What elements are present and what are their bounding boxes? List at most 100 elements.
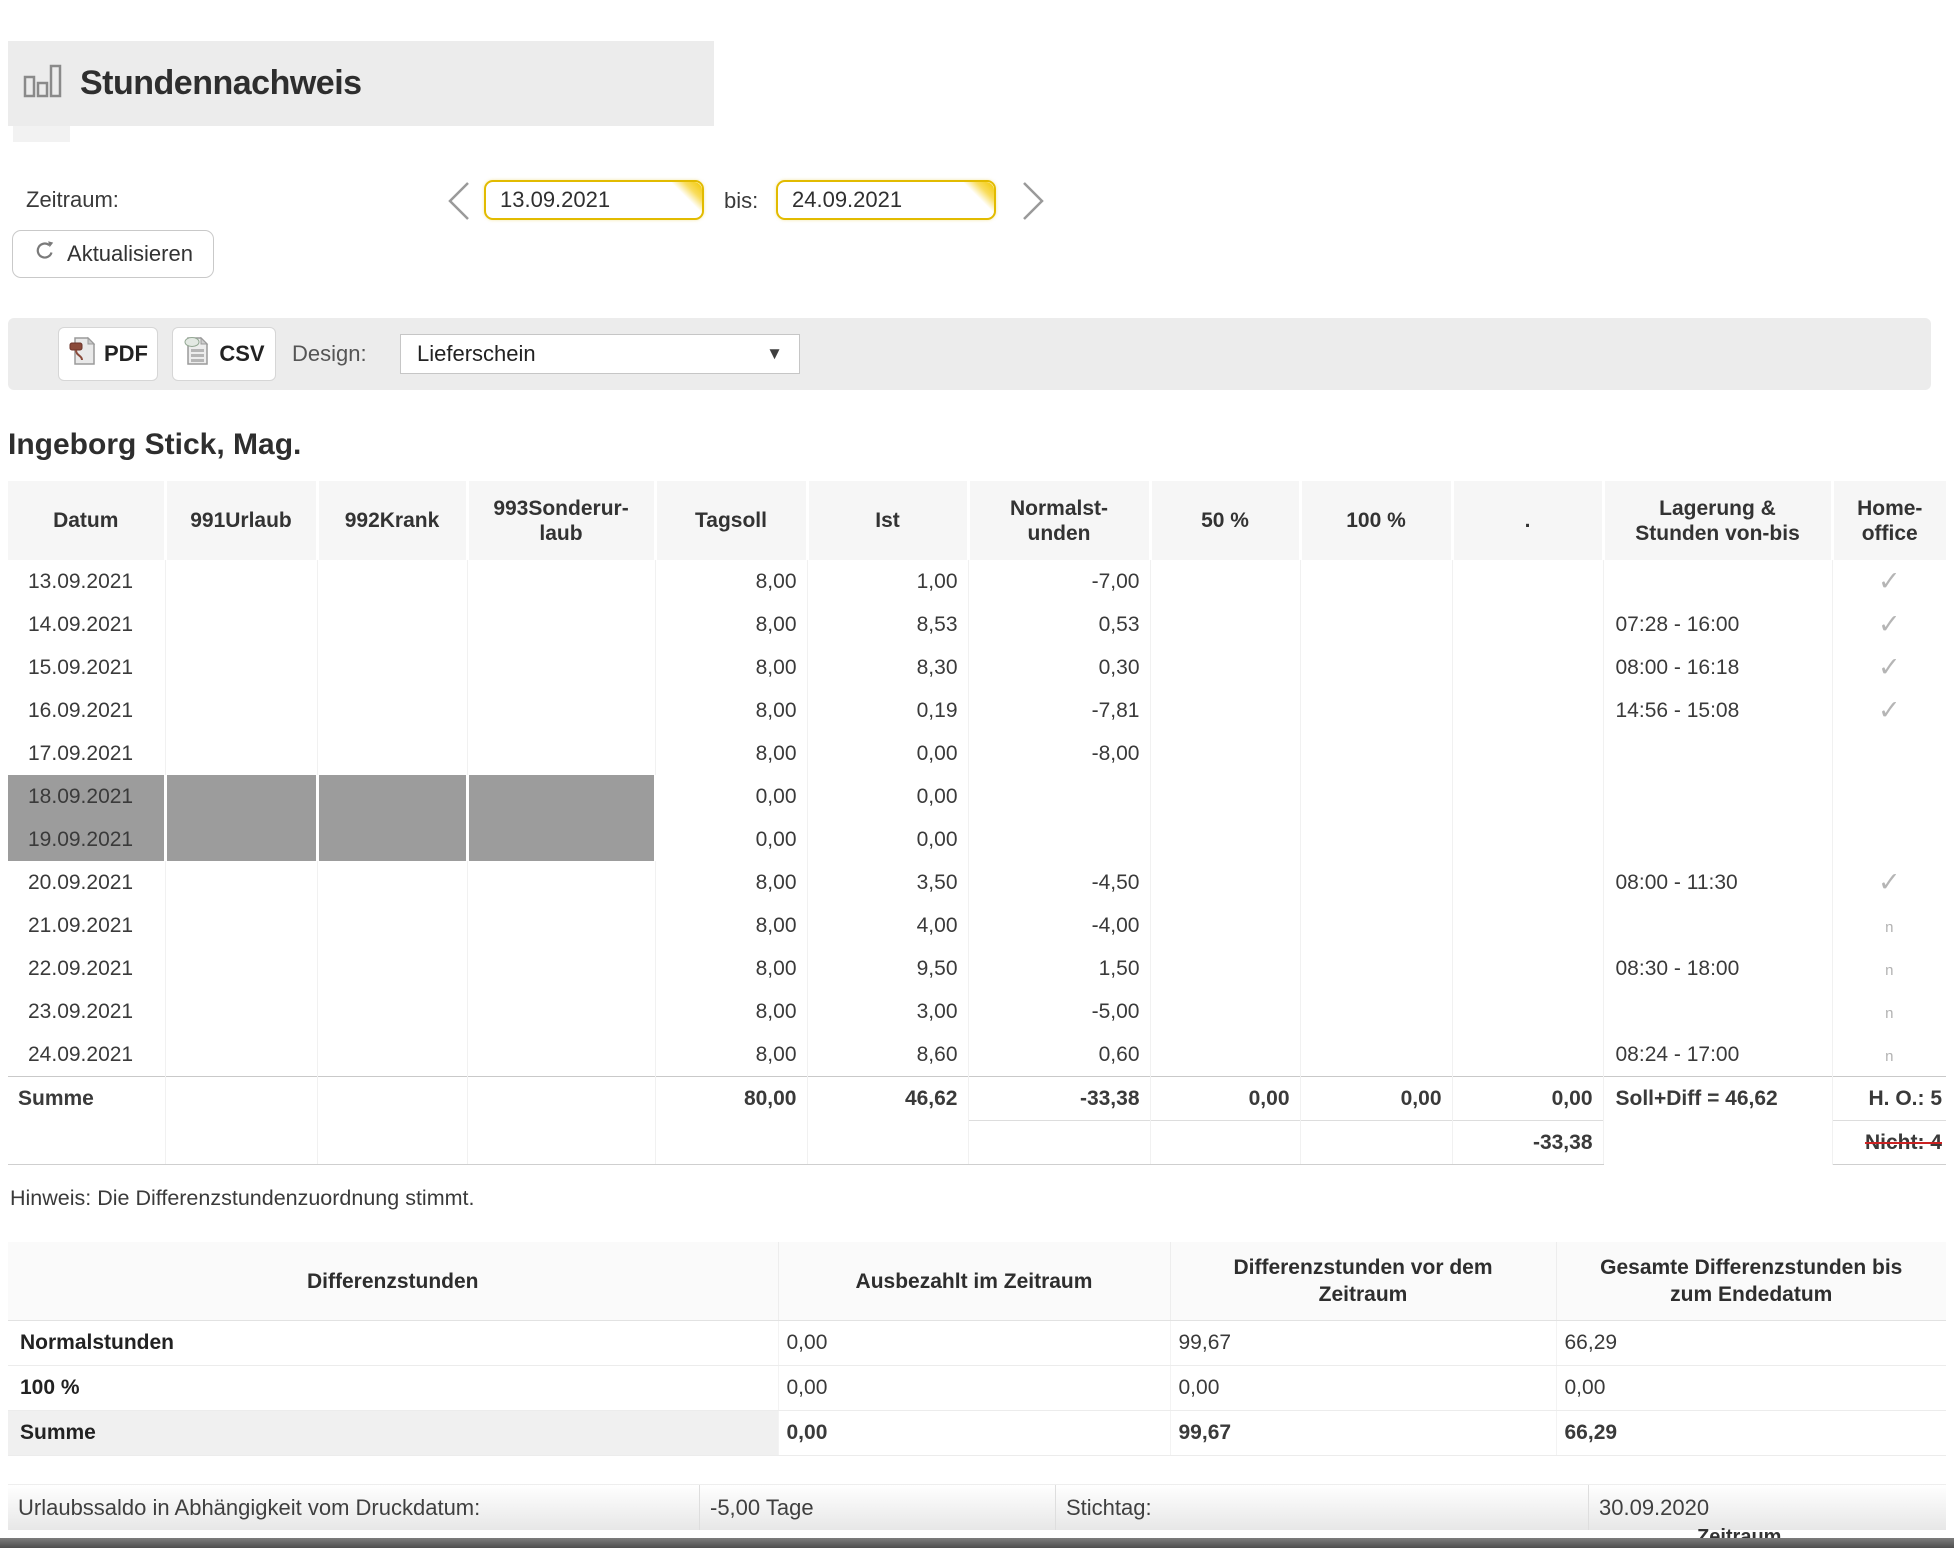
urlaub-cell bbox=[165, 990, 317, 1033]
column-header-993sonderurlaub: 993Sonderur- laub bbox=[467, 481, 655, 560]
sonderurlaub-cell bbox=[467, 947, 655, 990]
lagerung-cell bbox=[1603, 818, 1832, 861]
p50-cell bbox=[1150, 904, 1300, 947]
tagsoll-cell: 8,00 bbox=[655, 603, 807, 646]
normalstunden-cell: 1,50 bbox=[968, 947, 1150, 990]
diff-value: 0,00 bbox=[778, 1366, 1170, 1411]
summe-normalstunden: -33,38 bbox=[968, 1077, 1150, 1121]
sonderurlaub-cell bbox=[467, 904, 655, 947]
urlaubssaldo-value: -5,00 Tage bbox=[700, 1485, 1056, 1530]
homeoffice-n-marker: n bbox=[1832, 904, 1946, 947]
urlaub-cell bbox=[165, 1033, 317, 1077]
summe-ist: 46,62 bbox=[807, 1077, 968, 1121]
urlaub-cell bbox=[165, 947, 317, 990]
date-from-input[interactable] bbox=[484, 180, 704, 220]
chevron-right-icon bbox=[1018, 211, 1048, 226]
clipped-text-fragment: Zeitraum bbox=[1697, 1526, 1781, 1538]
dot-cell bbox=[1452, 904, 1603, 947]
tagsoll-cell: 8,00 bbox=[655, 947, 807, 990]
dot-cell bbox=[1452, 560, 1603, 603]
date-to-input[interactable] bbox=[776, 180, 996, 220]
p100-cell bbox=[1300, 1033, 1452, 1077]
homeoffice-check-icon: ✓ bbox=[1832, 689, 1946, 732]
aktualisieren-button[interactable]: Aktualisieren bbox=[12, 230, 214, 278]
p50-cell bbox=[1150, 947, 1300, 990]
krank-cell bbox=[317, 646, 467, 689]
p50-cell bbox=[1150, 818, 1300, 861]
timesheet-row: 17.09.20218,000,00-8,00 bbox=[8, 732, 1946, 775]
summe-diff-row: -33,38 Nicht: 4 bbox=[8, 1121, 1946, 1165]
diff-header-row: Differenzstunden Ausbezahlt im Zeitraum … bbox=[8, 1242, 1946, 1321]
dot-cell bbox=[1452, 1033, 1603, 1077]
p100-cell bbox=[1300, 861, 1452, 904]
homeoffice-cell bbox=[1832, 775, 1946, 818]
design-select[interactable]: Lieferschein ▼ bbox=[400, 334, 800, 374]
diff-value: 0,00 bbox=[1170, 1366, 1556, 1411]
krank-cell bbox=[317, 689, 467, 732]
timesheet-row: 15.09.20218,008,300,3008:00 - 16:18✓ bbox=[8, 646, 1946, 689]
p50-cell bbox=[1150, 990, 1300, 1033]
lagerung-cell bbox=[1603, 560, 1832, 603]
sonderurlaub-cell bbox=[467, 732, 655, 775]
diff-column-ausbezahlt: Ausbezahlt im Zeitraum bbox=[778, 1242, 1170, 1321]
date-cell: 13.09.2021 bbox=[8, 560, 165, 603]
timesheet-header-row: Datum 991Urlaub 992Krank 993Sonderur- la… bbox=[8, 481, 1946, 560]
column-header-50: 50 % bbox=[1150, 481, 1300, 560]
krank-cell bbox=[317, 603, 467, 646]
dot-cell bbox=[1452, 775, 1603, 818]
bottom-scrollbar[interactable] bbox=[0, 1538, 1954, 1548]
dot-cell bbox=[1452, 947, 1603, 990]
next-period-button[interactable] bbox=[1018, 179, 1048, 223]
timesheet-row: 24.09.20218,008,600,6008:24 - 17:00n bbox=[8, 1033, 1946, 1077]
dot-cell bbox=[1452, 689, 1603, 732]
homeoffice-check-icon: ✓ bbox=[1832, 861, 1946, 904]
p50-cell bbox=[1150, 646, 1300, 689]
krank-cell bbox=[317, 732, 467, 775]
date-cell: 20.09.2021 bbox=[8, 861, 165, 904]
date-cell: 17.09.2021 bbox=[8, 732, 165, 775]
normalstunden-cell bbox=[968, 818, 1150, 861]
urlaub-cell bbox=[165, 818, 317, 861]
summe-label: Summe bbox=[8, 1077, 165, 1121]
normalstunden-cell: 0,60 bbox=[968, 1033, 1150, 1077]
diff-value: 0,00 bbox=[778, 1411, 1170, 1456]
diff-value: 0,00 bbox=[778, 1321, 1170, 1366]
pdf-label: PDF bbox=[104, 341, 148, 367]
ist-cell: 0,19 bbox=[807, 689, 968, 732]
tagsoll-cell: 8,00 bbox=[655, 732, 807, 775]
p100-cell bbox=[1300, 603, 1452, 646]
diff-row-100: 100 % 0,00 0,00 0,00 bbox=[8, 1366, 1946, 1411]
date-cell: 19.09.2021 bbox=[8, 818, 165, 861]
summe-soll-diff: Soll+Diff = 46,62 bbox=[1603, 1077, 1832, 1121]
csv-label: CSV bbox=[219, 341, 264, 367]
normalstunden-cell: -7,00 bbox=[968, 560, 1150, 603]
p50-cell bbox=[1150, 861, 1300, 904]
p50-cell bbox=[1150, 775, 1300, 818]
dot-cell bbox=[1452, 861, 1603, 904]
urlaub-cell bbox=[165, 775, 317, 818]
sonderurlaub-cell bbox=[467, 1033, 655, 1077]
homeoffice-n-marker: n bbox=[1832, 990, 1946, 1033]
column-header-tagsoll: Tagsoll bbox=[655, 481, 807, 560]
p100-cell bbox=[1300, 990, 1452, 1033]
p100-cell bbox=[1300, 947, 1452, 990]
urlaub-cell bbox=[165, 603, 317, 646]
tagsoll-cell: 8,00 bbox=[655, 689, 807, 732]
urlaubssaldo-label: Urlaubssaldo in Abhängigkeit vom Druckda… bbox=[8, 1485, 700, 1530]
prev-period-button[interactable] bbox=[444, 179, 474, 223]
urlaub-cell bbox=[165, 904, 317, 947]
summe-homeoffice: H. O.: 5 bbox=[1832, 1077, 1946, 1121]
pdf-button[interactable]: PDF bbox=[58, 327, 158, 381]
krank-cell bbox=[317, 990, 467, 1033]
tagsoll-cell: 8,00 bbox=[655, 904, 807, 947]
dot-cell bbox=[1452, 646, 1603, 689]
timesheet-row: 16.09.20218,000,19-7,8114:56 - 15:08✓ bbox=[8, 689, 1946, 732]
csv-button[interactable]: CSV bbox=[172, 327, 276, 381]
tagsoll-cell: 8,00 bbox=[655, 646, 807, 689]
krank-cell bbox=[317, 1033, 467, 1077]
krank-cell bbox=[317, 947, 467, 990]
sonderurlaub-cell bbox=[467, 861, 655, 904]
diff-column-differenzstunden: Differenzstunden bbox=[8, 1242, 778, 1321]
summe-row: Summe 80,00 46,62 -33,38 0,00 0,00 0,00 … bbox=[8, 1077, 1946, 1121]
diff-value: 66,29 bbox=[1556, 1321, 1946, 1366]
